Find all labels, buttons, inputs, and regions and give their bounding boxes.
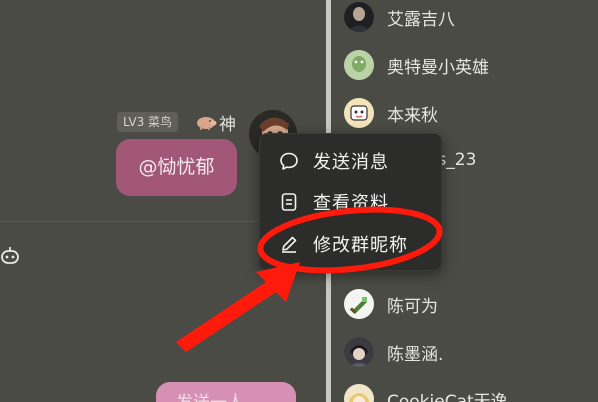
- document-icon: [281, 193, 297, 211]
- menu-item-label: 查看资料: [313, 193, 389, 214]
- list-item[interactable]: 艾露吉八: [344, 0, 455, 34]
- list-item[interactable]: 陈墨涵.: [344, 335, 443, 369]
- avatar: [344, 2, 374, 32]
- menu-item-label: 发送消息: [313, 152, 389, 173]
- chat-bubble-icon: [280, 152, 298, 170]
- member-name: 奥特曼小英雄: [387, 57, 489, 78]
- member-name: 陈可为: [387, 296, 438, 317]
- avatar: [344, 384, 374, 402]
- pencil-icon: [282, 236, 297, 253]
- list-item[interactable]: CookieCat天逸: [344, 382, 508, 402]
- pig-icon: [197, 117, 217, 130]
- robot-icon[interactable]: [0, 246, 20, 264]
- list-item[interactable]: 陈可为: [344, 287, 438, 321]
- context-menu: 发送消息 查看资料 修改群昵称: [259, 133, 442, 271]
- member-name: 陈墨涵.: [387, 344, 444, 365]
- list-item[interactable]: 本来秋: [344, 96, 438, 130]
- member-name: 艾露吉八: [387, 9, 455, 30]
- menu-item-edit-group-nickname[interactable]: 修改群昵称: [260, 224, 443, 264]
- level-badge: LV3 菜鸟: [117, 112, 179, 132]
- menu-item-label: 修改群昵称: [313, 235, 408, 256]
- avatar: [344, 337, 374, 367]
- list-item[interactable]: 奥特曼小英雄: [344, 48, 489, 82]
- member-name: CookieCat天逸: [387, 391, 508, 402]
- avatar: [344, 50, 374, 80]
- avatar: [344, 289, 374, 319]
- sender-name: 神: [219, 115, 236, 135]
- mention-message-bubble[interactable]: @恸忧郁: [116, 139, 237, 196]
- menu-item-send-message[interactable]: 发送消息: [260, 141, 443, 181]
- message-bubble[interactable]: 发送一人: [156, 382, 296, 402]
- menu-item-view-profile[interactable]: 查看资料: [260, 182, 443, 222]
- member-name: 本来秋: [387, 105, 438, 126]
- avatar: [344, 98, 374, 128]
